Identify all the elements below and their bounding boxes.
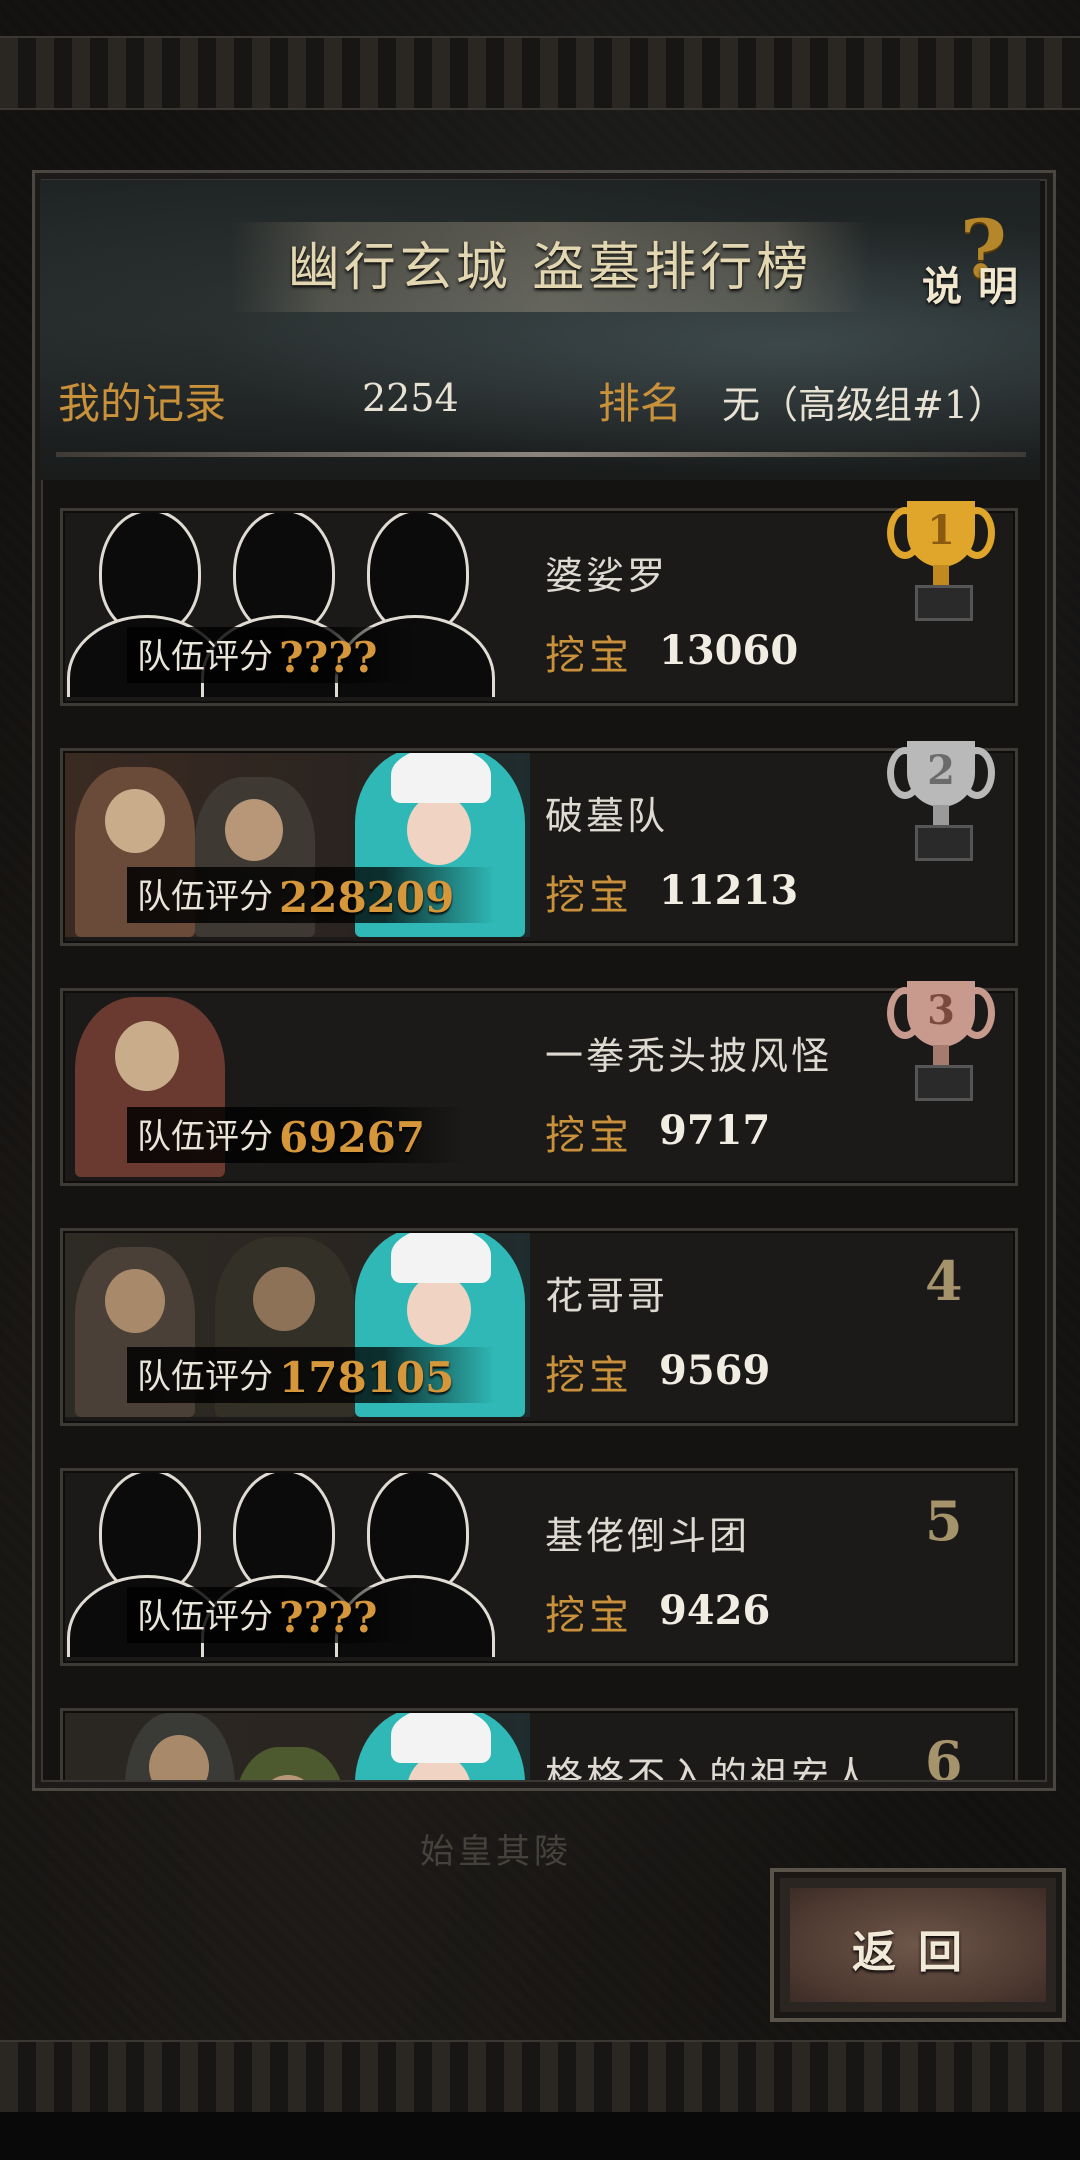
team-name: 婆娑罗 [545,554,669,598]
team-portrait-characters [65,1713,530,1780]
team-score-value: 69267 [279,1113,426,1162]
dig-label: 挖宝 [545,633,633,679]
page-title: 幽行玄城 盗墓排行榜 [287,238,813,298]
team-portrait-silhouettes: 队伍评分 ???? [65,513,530,697]
leaderboard-entry-6[interactable]: 格格不入的祖安人 6 [60,1708,1018,1780]
bottom-edge [0,2112,1080,2160]
dig-label: 挖宝 [545,1593,633,1639]
team-name: 一拳秃头披风怪 [545,1034,833,1078]
character-portrait [235,1747,345,1780]
dig-value: 9426 [659,1587,771,1634]
back-button-label: 返回 [852,1927,984,1978]
top-ornament-border [0,36,1080,110]
rank-value: 无（高级组#1） [722,383,1007,427]
my-record-label: 我的记录 [58,379,227,428]
team-score-value: 228209 [279,873,455,922]
team-score-label: 队伍评分 [137,1597,273,1637]
trophy-rank-number: 2 [927,747,955,794]
dig-label: 挖宝 [545,1113,633,1159]
rank-number: 5 [925,1489,963,1553]
team-score-label: 队伍评分 [137,637,273,677]
rank-number: 4 [925,1249,963,1313]
team-portrait-silhouettes: 队伍评分 ???? [65,1473,530,1657]
team-name: 破墓队 [545,794,669,838]
team-score: 队伍评分 228209 [127,867,495,923]
my-record-row: 我的记录 2254 排名 无（高级组#1） [0,370,1080,430]
dig-value: 13060 [659,627,799,674]
team-portrait-characters: 队伍评分 178105 [65,1233,530,1417]
background-caption: 始皇其陵 [420,1832,572,1872]
rank-number: 6 [925,1729,963,1780]
team-portrait-single: 队伍评分 69267 [65,993,530,1177]
help-label: 说明 [922,263,1034,310]
leaderboard-entry-2[interactable]: 队伍评分 228209 破墓队 挖宝 11213 2 [60,741,1018,946]
leaderboard-list[interactable]: 队伍评分 ???? 婆娑罗 挖宝 13060 1 队伍评分 228209 破墓队 [60,490,1020,1780]
dig-label: 挖宝 [545,1353,633,1399]
help-button[interactable]: ? 说明 [916,204,1036,310]
team-name: 花哥哥 [545,1274,669,1318]
trophy-rank-number: 3 [927,987,955,1034]
bronze-trophy-icon: 3 [885,973,997,1109]
leaderboard-entry-3[interactable]: 队伍评分 69267 一拳秃头披风怪 挖宝 9717 3 [60,981,1018,1186]
team-name: 基佬倒斗团 [545,1514,751,1558]
leaderboard-entry-5[interactable]: 队伍评分 ???? 基佬倒斗团 挖宝 9426 5 [60,1468,1018,1666]
divider [56,452,1026,457]
dig-value: 11213 [659,867,799,914]
team-score-label: 队伍评分 [137,1117,273,1157]
gold-trophy-icon: 1 [885,493,997,629]
back-button[interactable]: 返回 [770,1868,1066,2022]
leaderboard-entry-4[interactable]: 队伍评分 178105 花哥哥 挖宝 9569 4 [60,1228,1018,1426]
my-record-value: 2254 [362,376,459,420]
trophy-rank-number: 1 [927,507,955,554]
bottom-ornament-border [0,2040,1080,2114]
team-score: 队伍评分 ???? [127,627,418,683]
team-name: 格格不入的祖安人 [545,1754,874,1780]
team-score-label: 队伍评分 [137,877,273,917]
character-portrait [355,1713,525,1780]
silver-trophy-icon: 2 [885,733,997,869]
team-score-value: 178105 [279,1353,455,1402]
dig-value: 9717 [659,1107,771,1154]
dig-value: 9569 [659,1347,771,1394]
team-score-value: ???? [279,1593,378,1642]
team-score-value: ???? [279,633,378,682]
rank-label: 排名 [598,379,683,428]
team-score: 队伍评分 ???? [127,1587,418,1643]
team-score: 队伍评分 69267 [127,1107,466,1163]
team-score-label: 队伍评分 [137,1357,273,1397]
dig-label: 挖宝 [545,873,633,919]
character-portrait [125,1713,235,1780]
team-portrait-characters: 队伍评分 228209 [65,753,530,937]
team-score: 队伍评分 178105 [127,1347,495,1403]
leaderboard-entry-1[interactable]: 队伍评分 ???? 婆娑罗 挖宝 13060 1 [60,501,1018,706]
